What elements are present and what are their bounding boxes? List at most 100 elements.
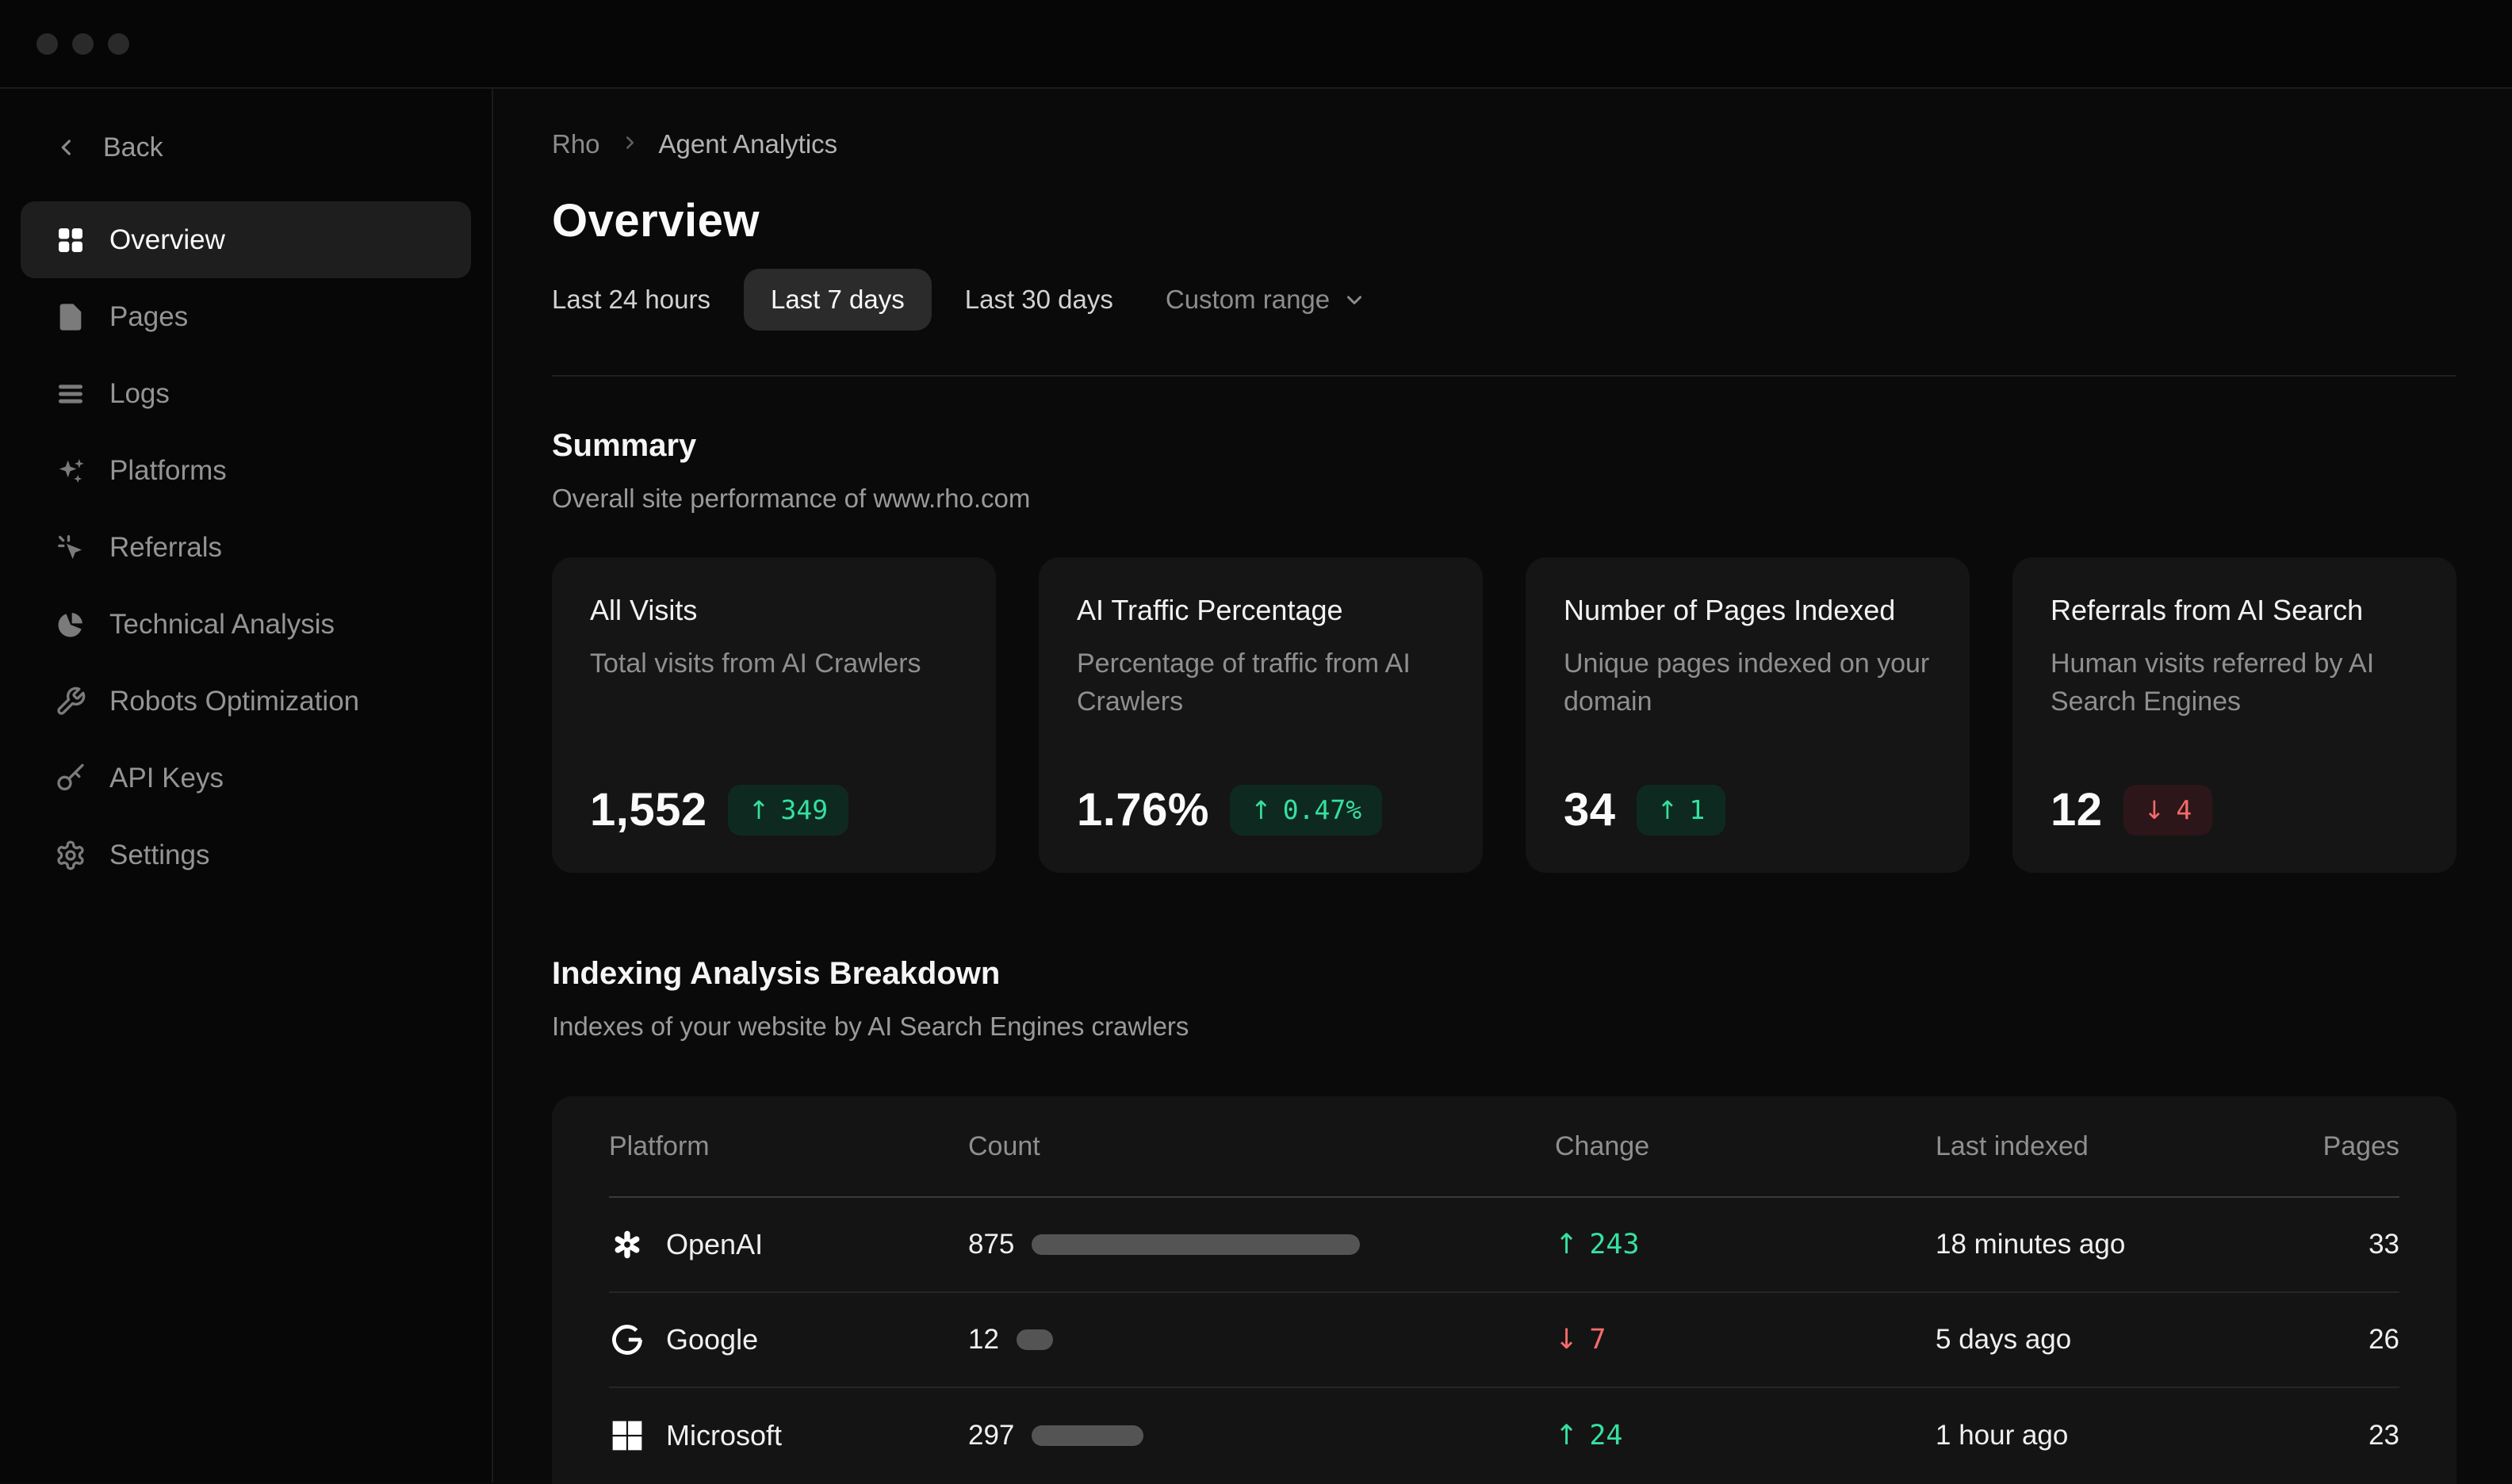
card-value: 12 <box>2051 783 2103 836</box>
window-close-button[interactable] <box>36 33 58 55</box>
file-icon <box>54 300 87 334</box>
change-value: 4 <box>2176 794 2192 825</box>
card-description: Total visits from AI Crawlers <box>590 644 958 683</box>
chevron-down-icon <box>1342 288 1366 312</box>
table-row-openai[interactable]: OpenAI 875 ↑ 243 18 minutes ago33 <box>609 1198 2399 1293</box>
back-label: Back <box>103 132 163 163</box>
sidebar-item-technical-analysis[interactable]: Technical Analysis <box>21 586 471 663</box>
openai-logo-icon <box>609 1226 645 1263</box>
gear-icon <box>54 839 87 872</box>
grid-icon <box>54 224 87 257</box>
breadcrumb-current: Agent Analytics <box>659 129 838 159</box>
arrow-down-icon: ↓ <box>2144 795 2165 825</box>
change-badge: ↑1 <box>1637 785 1726 836</box>
sidebar-item-label: API Keys <box>109 763 224 794</box>
back-button[interactable]: Back <box>0 128 492 166</box>
card-value: 1,552 <box>590 783 707 836</box>
breadcrumb-root[interactable]: Rho <box>552 129 600 159</box>
change-value: 7 <box>1589 1324 1606 1356</box>
sidebar-nav: Overview Pages LogsPlatforms Referrals Techn… <box>0 201 492 893</box>
table-header-row: PlatformCountChangeLast indexedPages <box>609 1096 2399 1198</box>
count-value: 12 <box>968 1324 999 1356</box>
custom-range-button[interactable]: Custom range <box>1166 285 1366 315</box>
sparkles-icon <box>54 454 87 488</box>
change-cell: ↓7 <box>1555 1324 1936 1356</box>
change-cell: ↑24 <box>1555 1420 1936 1451</box>
pages-value: 26 <box>2288 1324 2399 1356</box>
chevron-right-icon <box>619 129 640 159</box>
change-badge: ↑ 349 <box>728 785 848 836</box>
change-badge: ↑ 0.47% <box>1230 785 1382 836</box>
key-icon <box>54 762 87 795</box>
sidebar-item-referrals[interactable]: Referrals <box>21 509 471 586</box>
change-value: 243 <box>1589 1229 1639 1260</box>
sidebar-item-label: Robots Optimization <box>109 686 359 717</box>
summary-cards: All Visits Total visits from AI Crawlers 1… <box>552 557 2456 873</box>
count-bar <box>1032 1425 1143 1446</box>
tab-last-7-days[interactable]: Last 7 days <box>744 269 932 331</box>
window-minimize-button[interactable] <box>72 33 94 55</box>
indexing-heading: Indexing Analysis Breakdown <box>552 955 2456 992</box>
count-bar <box>1017 1329 1053 1350</box>
card-title: All Visits <box>590 594 958 627</box>
summary-heading: Summary <box>552 427 2456 464</box>
summary-card-ai-traffic-percentage: AI Traffic PercentagePercentage of traff… <box>1039 557 1483 873</box>
arrow-down-icon: ↓ <box>1555 1324 1578 1356</box>
tab-last-30-days[interactable]: Last 30 days <box>965 269 1113 331</box>
summary-card-all-visits: All Visits Total visits from AI Crawlers 1… <box>552 557 996 873</box>
time-range-tabs: Last 24 hours Last 7 days Last 30 days Cust… <box>552 269 2456 331</box>
table-row-microsoft[interactable]: Microsoft297↑241 hour ago23 <box>609 1388 2399 1483</box>
tab-last-24-hours[interactable]: Last 24 hours <box>552 269 710 331</box>
sidebar-item-robots-optimization[interactable]: Robots Optimization <box>21 663 471 740</box>
change-badge: ↓4 <box>2123 785 2213 836</box>
last-indexed: 5 days ago <box>1936 1324 2288 1356</box>
page-title: Overview <box>552 193 2456 249</box>
card-description: Unique pages indexed on your domain <box>1564 644 1932 721</box>
card-description: Human visits referred by AI Search Engin… <box>2051 644 2418 721</box>
change-value: 349 <box>780 794 828 825</box>
sidebar-item-logs[interactable]: Logs <box>21 355 471 432</box>
table-row-google[interactable]: Google12↓75 days ago26 <box>609 1293 2399 1388</box>
column-header-pages: Pages <box>2288 1131 2399 1162</box>
column-header-platform: Platform <box>609 1131 968 1162</box>
google-logo-icon <box>609 1321 645 1358</box>
logs-icon <box>54 377 87 411</box>
window-zoom-button[interactable] <box>108 33 129 55</box>
sidebar-item-pages[interactable]: Pages <box>21 278 471 355</box>
change-value: 0.47% <box>1283 794 1361 825</box>
count-value: 297 <box>968 1420 1014 1451</box>
card-value: 1.76% <box>1077 783 1209 836</box>
arrow-up-icon: ↑ <box>1555 1420 1578 1451</box>
sidebar-item-label: Pages <box>109 301 188 333</box>
last-indexed: 1 hour ago <box>1936 1420 2288 1451</box>
pages-value: 33 <box>2288 1229 2399 1260</box>
wrench-icon <box>54 685 87 718</box>
platform-name: OpenAI <box>666 1228 763 1261</box>
card-title: Referrals from AI Search <box>2051 594 2418 627</box>
arrow-up-icon: ↑ <box>1657 795 1679 825</box>
count-bar <box>1032 1234 1360 1255</box>
sidebar-item-label: Referrals <box>109 532 222 564</box>
arrow-up-icon: ↑ <box>749 795 770 825</box>
count-value: 875 <box>968 1229 1014 1260</box>
column-header-count: Count <box>968 1131 1555 1162</box>
sidebar-item-settings[interactable]: Settings <box>21 817 471 893</box>
sidebar-item-label: Technical Analysis <box>109 609 335 641</box>
sidebar-item-overview[interactable]: Overview <box>21 201 471 278</box>
last-indexed: 18 minutes ago <box>1936 1229 2288 1260</box>
card-title: Number of Pages Indexed <box>1564 594 1932 627</box>
summary-card-number-of-pages-indexed: Number of Pages Indexed Unique pages inde… <box>1526 557 1970 873</box>
main-content: Rho Agent Analytics Overview Last 24 hou… <box>493 89 2512 1482</box>
platform-name: Google <box>666 1323 758 1356</box>
arrow-up-icon: ↑ <box>1250 795 1272 825</box>
sidebar-item-label: Settings <box>109 840 209 871</box>
card-description: Percentage of traffic from AI Crawlers <box>1077 644 1445 721</box>
pie-icon <box>54 608 87 641</box>
column-header-change: Change <box>1555 1131 1936 1162</box>
arrow-up-icon: ↑ <box>1555 1229 1578 1260</box>
change-cell: ↑ 243 <box>1555 1229 1936 1260</box>
table-body: OpenAI875↑24318 minutes ago33Google12↓75… <box>609 1198 2399 1483</box>
sidebar-item-platforms[interactable]: Platforms <box>21 432 471 509</box>
change-value: 1 <box>1689 794 1705 825</box>
sidebar-item-api-keys[interactable]: API Keys <box>21 740 471 817</box>
